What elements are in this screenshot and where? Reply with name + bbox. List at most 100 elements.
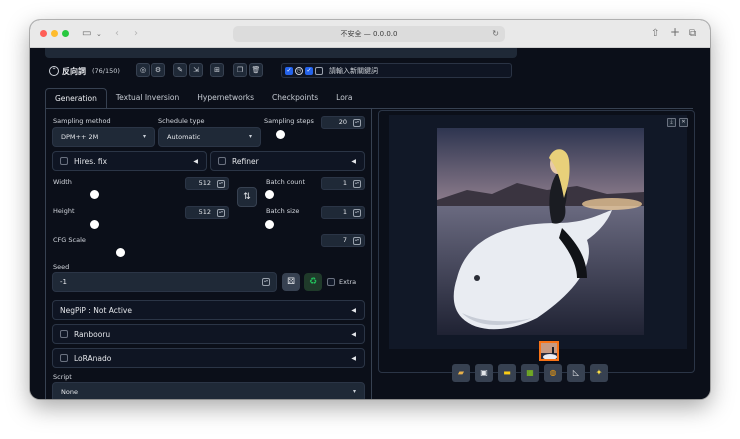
minimize-window-button[interactable]: [51, 30, 58, 37]
image-icon[interactable]: ▦: [521, 364, 539, 382]
sampling-method-value: DPM++ 2M: [61, 133, 99, 141]
hires-fix-checkbox[interactable]: [60, 157, 68, 165]
token-count: (76/150): [92, 67, 120, 75]
sampling-method-label: Sampling method: [53, 117, 111, 125]
height-input[interactable]: 512 ▴▾: [185, 206, 229, 219]
spinner-icon[interactable]: ▴▾: [217, 180, 225, 188]
extra-toggle[interactable]: Extra: [327, 278, 356, 286]
spinner-icon[interactable]: ▴▾: [353, 180, 361, 188]
close-window-button[interactable]: [40, 30, 47, 37]
triangle-left-icon: ◀: [351, 331, 356, 338]
spinner-icon[interactable]: ▴▾: [353, 209, 361, 217]
negpip-label: NegPiP : Not Active: [60, 305, 132, 315]
batch-size-input[interactable]: 1 ▴▾: [321, 206, 365, 219]
history-icon[interactable]: ◷: [295, 66, 303, 75]
sampling-steps-slider[interactable]: [276, 130, 285, 139]
negative-prompt-header[interactable]: ⌃ 反向詞 (76/150): [49, 63, 120, 79]
loranado-accordion[interactable]: LoRAnado ◀: [52, 348, 365, 368]
height-label: Height: [53, 207, 75, 215]
address-bar[interactable]: 不安全 — 0.0.0.0 ↻: [233, 26, 505, 42]
batch-size-value: 1: [342, 208, 347, 216]
edit-icon[interactable]: ✎: [173, 63, 187, 77]
close-icon[interactable]: ✕: [679, 118, 688, 127]
settings-icon[interactable]: ⚙: [151, 63, 165, 77]
recycle-icon[interactable]: ♻: [304, 273, 322, 291]
hires-fix-accordion[interactable]: Hires. fix ◀: [52, 151, 207, 171]
batch-size-slider[interactable]: [265, 220, 274, 229]
copy-icon[interactable]: ❐: [233, 63, 247, 77]
gallery-thumbnail[interactable]: [539, 341, 559, 361]
ruler-icon[interactable]: ◺: [567, 364, 585, 382]
globe-icon[interactable]: ◎: [136, 63, 150, 77]
refiner-accordion[interactable]: Refiner ◀: [210, 151, 365, 171]
output-toolbar: ▰ ▣ ▬ ▦ ◍ ◺ ✦: [452, 364, 608, 382]
chevron-down-icon: ▾: [248, 133, 252, 140]
tab-hypernetworks[interactable]: Hypernetworks: [188, 88, 263, 108]
forward-icon[interactable]: ›: [134, 27, 138, 41]
checkbox-unchecked[interactable]: [315, 66, 323, 75]
spinner-icon[interactable]: ▴▾: [353, 119, 361, 127]
loranado-checkbox[interactable]: [60, 354, 68, 362]
schedule-type-select[interactable]: Automatic ▾: [158, 127, 261, 147]
batch-count-input[interactable]: 1 ▴▾: [321, 177, 365, 190]
width-input[interactable]: 512 ▴▾: [185, 177, 229, 190]
cfg-scale-value: 7: [342, 236, 347, 244]
tab-textual-inversion[interactable]: Textual Inversion: [107, 88, 188, 108]
spinner-icon[interactable]: ▴▾: [353, 237, 361, 245]
sparkle-icon[interactable]: ✦: [590, 364, 608, 382]
batch-size-label: Batch size: [266, 207, 300, 215]
chevron-down-icon: ▾: [352, 388, 356, 395]
triangle-left-icon: ◀: [351, 307, 356, 314]
script-select[interactable]: None ▾: [52, 382, 365, 399]
extra-checkbox[interactable]: [327, 278, 335, 286]
cfg-scale-input[interactable]: 7 ▴▾: [321, 234, 365, 247]
palette-icon[interactable]: ◍: [544, 364, 562, 382]
zip-icon[interactable]: ▬: [498, 364, 516, 382]
download-icon[interactable]: ⤓: [667, 118, 676, 127]
collapse-icon[interactable]: ⌃: [49, 66, 59, 76]
swap-dimensions-icon[interactable]: ⇅: [237, 187, 257, 207]
cfg-scale-slider[interactable]: [116, 248, 125, 257]
seed-input[interactable]: -1 ▴▾: [52, 272, 277, 292]
sampling-steps-label: Sampling steps: [264, 117, 314, 125]
checkbox-checked[interactable]: ✓: [305, 66, 313, 75]
ranbooru-accordion[interactable]: Ranbooru ◀: [52, 324, 365, 344]
batch-count-slider[interactable]: [265, 190, 274, 199]
sampling-method-select[interactable]: DPM++ 2M ▾: [52, 127, 155, 147]
checkbox-checked[interactable]: ✓: [285, 66, 293, 75]
trash-icon[interactable]: 🗑: [249, 63, 263, 77]
tab-checkpoints[interactable]: Checkpoints: [263, 88, 327, 108]
negpip-accordion[interactable]: NegPiP : Not Active ◀: [52, 300, 365, 320]
reload-icon[interactable]: ↻: [492, 26, 499, 42]
triangle-left-icon: ◀: [351, 355, 356, 362]
output-gallery: ⤓ ✕: [389, 115, 688, 361]
refiner-checkbox[interactable]: [218, 157, 226, 165]
keyword-input[interactable]: 請輸入新關鍵詞: [329, 66, 378, 76]
grid-icon[interactable]: ⊞: [210, 63, 224, 77]
tab-generation[interactable]: Generation: [45, 88, 107, 108]
sampling-steps-input[interactable]: 20 ▴▾: [321, 116, 365, 129]
new-tab-icon[interactable]: +: [670, 25, 680, 39]
width-slider[interactable]: [90, 190, 99, 199]
generation-settings-panel: Sampling method DPM++ 2M ▾ Schedule type…: [45, 108, 372, 399]
sidebar-icon[interactable]: ▭: [82, 27, 91, 41]
keyword-input-box[interactable]: ✓ ◷ ✓ 請輸入新關鍵詞: [281, 63, 512, 78]
export-icon[interactable]: ⇲: [189, 63, 203, 77]
triangle-left-icon: ◀: [351, 158, 356, 165]
sampling-steps-value: 20: [338, 118, 347, 126]
chevron-down-icon[interactable]: ⌄: [96, 27, 102, 41]
spinner-icon[interactable]: ▴▾: [217, 209, 225, 217]
folder-icon[interactable]: ▰: [452, 364, 470, 382]
share-icon[interactable]: ⇧: [651, 27, 659, 41]
back-icon[interactable]: ‹: [115, 27, 119, 41]
ranbooru-checkbox[interactable]: [60, 330, 68, 338]
save-icon[interactable]: ▣: [475, 364, 493, 382]
generated-image[interactable]: [437, 128, 644, 335]
zoom-window-button[interactable]: [62, 30, 69, 37]
spinner-icon[interactable]: ▴▾: [262, 278, 270, 286]
tab-lora[interactable]: Lora: [327, 88, 361, 108]
height-slider[interactable]: [90, 220, 99, 229]
tab-overview-icon[interactable]: ⧉: [689, 27, 696, 41]
title-bar: ▭ ⌄ ‹ › 不安全 — 0.0.0.0 ↻ ⇧ + ⧉: [30, 20, 710, 48]
dice-icon[interactable]: ⚄: [282, 273, 300, 291]
